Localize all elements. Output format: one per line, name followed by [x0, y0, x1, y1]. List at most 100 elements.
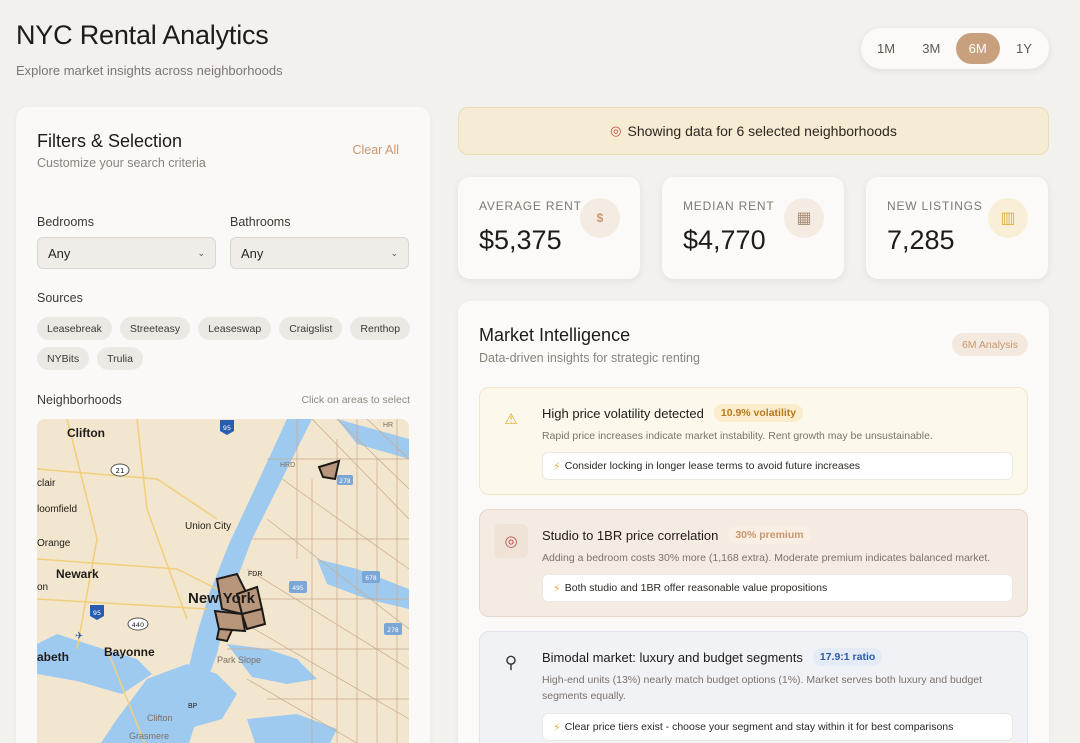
dollar-icon: $	[580, 198, 620, 238]
insight-tip: ⚡ Both studio and 1BR offer reasonable v…	[542, 574, 1013, 602]
page-title: NYC Rental Analytics	[16, 20, 269, 50]
bathrooms-value: Any	[241, 245, 264, 261]
map-label-bp: BP	[188, 703, 198, 710]
r278-shield: 278	[387, 627, 399, 634]
insight-heading: Studio to 1BR price correlation	[542, 527, 719, 543]
stat-card-median-rent: MEDIAN RENT $4,770 ▦	[662, 177, 844, 279]
i495-shield: 495	[292, 585, 304, 592]
map-label-clair: clair	[37, 478, 56, 489]
map-label-grasmere: Grasmere	[129, 731, 169, 741]
target-icon: ◎	[494, 524, 528, 558]
map-label-bayonne: Bayonne	[104, 645, 155, 659]
i95-shield: 95	[223, 424, 231, 432]
insight-tip: ⚡ Clear price tiers exist - choose your …	[542, 713, 1013, 741]
stat-value: $5,375	[479, 225, 562, 255]
map-label-bloomfield: loomfield	[37, 504, 77, 515]
sources-chips-row-1: Leasebreak Streeteasy Leaseswap Craigsli…	[37, 317, 411, 340]
lightning-icon: ⚡	[553, 721, 561, 734]
insight-tip-text: Both studio and 1BR offer reasonable val…	[564, 582, 828, 594]
map-canvas[interactable]: 95 21 278 495 678 95 440 278 Clifton cla…	[37, 419, 409, 743]
range-1m-button[interactable]: 1M	[865, 33, 907, 64]
source-chip-streeteasy[interactable]: Streeteasy	[119, 317, 191, 340]
map-label-fdr: FDR	[248, 571, 262, 578]
building-icon: ▥	[988, 198, 1028, 238]
insight-header: Bimodal market: luxury and budget segmen…	[542, 648, 883, 666]
insight-description: Adding a bedroom costs 30% more (1,168 e…	[542, 552, 991, 564]
filters-subtitle: Customize your search criteria	[37, 156, 206, 170]
neighborhoods-label: Neighborhoods	[37, 393, 122, 407]
stat-card-average-rent: AVERAGE RENT $5,375 $	[458, 177, 640, 279]
insight-description: Rapid price increases indicate market in…	[542, 430, 933, 442]
map-label-newark: Newark	[56, 567, 99, 581]
map-label-on: on	[37, 582, 48, 593]
i95-shield-2: 95	[93, 609, 101, 617]
insight-heading: Bimodal market: luxury and budget segmen…	[542, 649, 803, 665]
map-label-clifton-si: Clifton	[147, 713, 173, 723]
range-1y-button[interactable]: 1Y	[1003, 33, 1045, 64]
neighborhood-map[interactable]: 95 21 278 495 678 95 440 278 Clifton cla…	[37, 419, 409, 743]
stat-value: 7,285	[887, 225, 955, 255]
source-chip-leaseswap[interactable]: Leaseswap	[198, 317, 272, 340]
bedrooms-value: Any	[48, 245, 71, 261]
map-label-new-york: New York	[188, 590, 256, 607]
banner-text: Showing data for 6 selected neighborhood…	[627, 123, 897, 139]
insight-tag: 10.9% volatility	[713, 404, 804, 422]
neighborhoods-hint: Click on areas to select	[301, 394, 410, 406]
insight-tip: ⚡ Consider locking in longer lease terms…	[542, 452, 1013, 480]
map-label-clifton: Clifton	[67, 426, 105, 440]
map-label-elizabeth: abeth	[37, 650, 69, 664]
bathrooms-label: Bathrooms	[230, 215, 291, 229]
insight-heading: High price volatility detected	[542, 405, 704, 421]
stat-label: MEDIAN RENT	[683, 199, 775, 213]
insight-tag: 17.9:1 ratio	[812, 648, 883, 666]
i278-shield: 278	[339, 478, 351, 485]
insight-header: Studio to 1BR price correlation 30% prem…	[542, 526, 811, 544]
source-chip-leasebreak[interactable]: Leasebreak	[37, 317, 112, 340]
bedrooms-label: Bedrooms	[37, 215, 94, 229]
time-range-toggle: 1M 3M 6M 1Y	[861, 28, 1049, 69]
r440-shield: 440	[132, 621, 144, 629]
stat-label: AVERAGE RENT	[479, 199, 582, 213]
source-chip-trulia[interactable]: Trulia	[97, 347, 143, 370]
clear-all-button[interactable]: Clear All	[352, 143, 399, 157]
map-label-hrd: HRD	[280, 462, 295, 469]
insight-card-correlation: ◎ Studio to 1BR price correlation 30% pr…	[479, 509, 1028, 617]
calculator-icon: ▦	[784, 198, 824, 238]
filters-panel: Filters & Selection Customize your searc…	[16, 107, 430, 743]
source-chip-renthop[interactable]: Renthop	[350, 317, 411, 340]
r678-shield: 678	[365, 575, 377, 582]
stat-value: $4,770	[683, 225, 766, 255]
target-icon: ◎	[610, 123, 622, 138]
bathrooms-select[interactable]: Any ⌄	[230, 237, 409, 269]
map-label-park-slope: Park Slope	[217, 655, 261, 665]
page-subtitle: Explore market insights across neighborh…	[16, 63, 283, 78]
insight-description: High-end units (13%) nearly match budget…	[542, 674, 983, 702]
insight-tag: 30% premium	[728, 526, 811, 544]
sources-chips-row-2: NYBits Trulia	[37, 347, 143, 370]
source-chip-nybits[interactable]: NYBits	[37, 347, 90, 370]
lightning-icon: ⚡	[553, 460, 561, 473]
selection-banner: ◎ Showing data for 6 selected neighborho…	[458, 107, 1049, 155]
insight-tip-text: Consider locking in longer lease terms t…	[564, 460, 861, 472]
map-label-orange: Orange	[37, 538, 71, 549]
market-intelligence-panel: Market Intelligence Data-driven insights…	[458, 301, 1049, 743]
warning-icon: ⚠	[504, 411, 518, 428]
intel-title: Market Intelligence	[479, 325, 631, 345]
chevron-down-icon: ⌄	[390, 247, 398, 258]
analysis-badge: 6M Analysis	[951, 333, 1028, 356]
airport-icon: ✈	[75, 631, 83, 642]
lightning-icon: ⚡	[553, 582, 561, 595]
range-3m-button[interactable]: 3M	[910, 33, 952, 64]
insight-card-volatility: ⚠ High price volatility detected 10.9% v…	[479, 387, 1028, 495]
source-chip-craigslist[interactable]: Craigslist	[279, 317, 343, 340]
map-label-hr: HR	[383, 422, 393, 429]
chevron-down-icon: ⌄	[197, 247, 205, 258]
stat-label: NEW LISTINGS	[887, 199, 983, 213]
insight-card-bimodal: ⚲ Bimodal market: luxury and budget segm…	[479, 631, 1028, 743]
range-6m-button[interactable]: 6M	[955, 33, 1000, 64]
insight-header: High price volatility detected 10.9% vol…	[542, 404, 804, 422]
insight-tip-text: Clear price tiers exist - choose your se…	[564, 721, 954, 733]
bedrooms-select[interactable]: Any ⌄	[37, 237, 216, 269]
map-label-union-city: Union City	[185, 521, 231, 532]
stat-card-new-listings: NEW LISTINGS 7,285 ▥	[866, 177, 1048, 279]
